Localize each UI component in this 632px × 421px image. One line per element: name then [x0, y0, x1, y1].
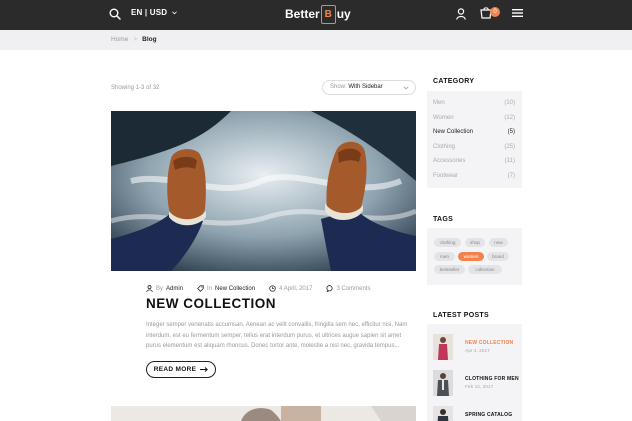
category-count: (25) — [504, 144, 515, 150]
language-currency-label: EN | USD — [131, 8, 168, 17]
tag-shop[interactable]: shop — [465, 238, 485, 247]
category-item-women[interactable]: Women (12) — [433, 115, 515, 121]
category-item-clothing[interactable]: Clothing (25) — [433, 144, 515, 150]
layout-select-value: With Sidebar — [348, 84, 383, 90]
category-name: Footwear — [433, 173, 459, 179]
post-meta: By Admin In New Collection 4 April, 2017… — [146, 285, 384, 292]
latest-post-item[interactable]: SPRING CATALOG — [433, 406, 512, 421]
chevron-down-icon — [403, 86, 409, 90]
tag-brand[interactable]: brand — [487, 252, 509, 261]
chevron-down-icon — [171, 11, 177, 15]
logo-text-right: uy — [336, 7, 351, 21]
logo-bag-icon: B — [320, 4, 336, 24]
post-excerpt: Integer semper venenatis accumsan. Aenea… — [146, 322, 408, 349]
breadcrumb-home-link[interactable]: Home — [111, 36, 128, 43]
logo-bag-letter: B — [324, 8, 332, 20]
latest-post-title: CLOTHING FOR MEN — [465, 376, 519, 382]
breadcrumb: Home > Blog — [111, 36, 157, 43]
category-name: Men — [433, 100, 445, 106]
top-navigation-bar: EN | USD Better B uy 0 — [0, 0, 632, 30]
post-author-prefix: By — [156, 285, 164, 292]
latest-post-date: Apr 4, 2017 — [465, 349, 490, 354]
latest-post-title: SPRING CATALOG — [465, 412, 513, 418]
layout-select[interactable]: Show: With Sidebar — [322, 80, 416, 95]
post-comments-text: 3 Comments — [336, 285, 371, 292]
category-count: (10) — [504, 100, 515, 106]
category-name: Accessories — [433, 158, 466, 164]
category-widget-title: CATEGORY — [433, 78, 475, 85]
latest-post-title: NEW COLLECTION — [465, 340, 514, 346]
tag-icon — [197, 285, 204, 292]
tag-collection[interactable]: collection — [468, 265, 502, 274]
category-item-new-collection[interactable]: New Collection (5) — [433, 129, 515, 135]
menu-icon[interactable] — [512, 8, 523, 18]
post-comments[interactable]: 3 Comments — [326, 285, 370, 292]
post-date: 4 April, 2017 — [269, 285, 312, 292]
cart-count-badge: 0 — [490, 7, 500, 17]
logo-text-left: Better — [285, 7, 320, 21]
breadcrumb-bar: Home > Blog — [0, 30, 632, 50]
category-count: (7) — [507, 173, 515, 179]
category-count: (12) — [504, 115, 515, 121]
arrow-right-icon — [200, 367, 209, 372]
latest-post-thumbnail — [433, 334, 453, 360]
category-item-accessories[interactable]: Accessories (11) — [433, 158, 515, 164]
user-icon — [146, 285, 153, 292]
post-featured-image[interactable] — [111, 406, 416, 421]
comment-icon — [326, 285, 333, 292]
latest-post-item[interactable]: CLOTHING FOR MEN Feb 12, 2017 — [433, 370, 519, 396]
clock-icon — [269, 285, 276, 292]
user-icon[interactable] — [456, 8, 466, 20]
tag-women[interactable]: women — [458, 252, 484, 261]
latest-post-date: Feb 12, 2017 — [465, 385, 494, 390]
layout-select-label: Show: — [330, 84, 347, 90]
category-item-footwear[interactable]: Footwear (7) — [433, 173, 515, 179]
latest-post-thumbnail — [433, 370, 453, 396]
category-list: Men (10) Women (12) New Collection (5) C… — [427, 91, 522, 188]
tag-bestseller[interactable]: bestseller — [434, 265, 465, 274]
results-count: Showing 1-3 of 32 — [111, 85, 160, 91]
category-name: New Collection — [433, 129, 474, 135]
site-logo[interactable]: Better B uy — [285, 3, 351, 25]
latest-posts-list: NEW COLLECTION Apr 4, 2017 CLOTHING FOR … — [427, 324, 522, 421]
post-category: In New Collection — [197, 285, 255, 292]
read-more-button[interactable]: READ MORE — [146, 361, 216, 378]
language-currency-selector[interactable]: EN | USD — [131, 8, 177, 17]
read-more-label: READ MORE — [153, 366, 197, 373]
tags-widget-title: TAGS — [433, 216, 454, 223]
latest-post-item[interactable]: NEW COLLECTION Apr 4, 2017 — [433, 334, 513, 360]
breadcrumb-current: Blog — [142, 36, 157, 43]
tag-clothing[interactable]: clothing — [434, 238, 461, 247]
post-date-text: 4 April, 2017 — [279, 285, 313, 292]
post-category-link[interactable]: New Collection — [215, 286, 255, 292]
post-category-prefix: In — [207, 285, 213, 292]
search-icon[interactable] — [109, 8, 121, 20]
post-featured-image[interactable] — [111, 111, 416, 271]
post-author-name[interactable]: Admin — [166, 286, 183, 292]
latest-posts-widget-title: LATEST POSTS — [433, 312, 489, 319]
post-title[interactable]: NEW COLLECTION — [146, 296, 276, 311]
tag-new[interactable]: new — [489, 238, 508, 247]
tag-men[interactable]: men — [434, 252, 455, 261]
latest-post-thumbnail — [433, 406, 453, 421]
post-author: By Admin — [146, 285, 183, 292]
tag-cloud: clothing shop new men women brand bestse… — [427, 228, 522, 285]
category-name: Clothing — [433, 144, 456, 150]
category-item-men[interactable]: Men (10) — [433, 100, 515, 106]
breadcrumb-separator: > — [133, 36, 138, 43]
category-name: Women — [433, 115, 454, 121]
category-count: (5) — [507, 129, 515, 135]
category-count: (11) — [504, 158, 515, 164]
